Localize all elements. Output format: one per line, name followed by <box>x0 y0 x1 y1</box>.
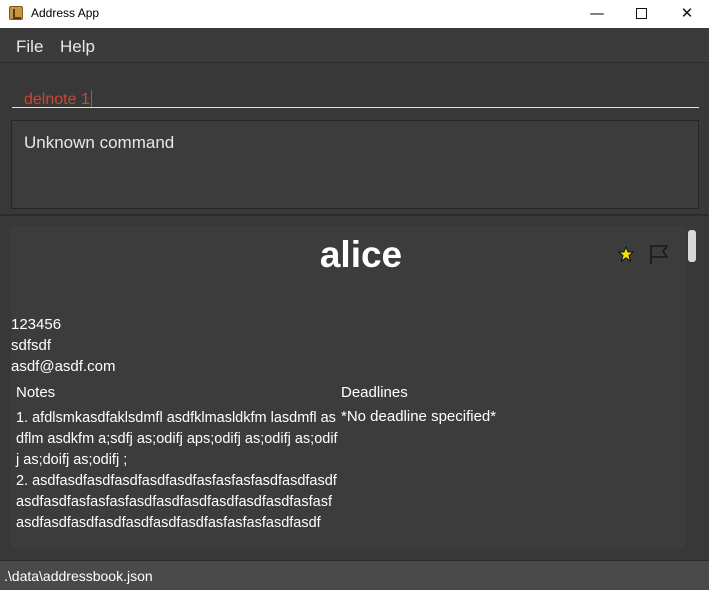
status-bar: .\data\addressbook.json <box>0 560 709 590</box>
person-email: asdf@asdf.com <box>11 358 116 375</box>
scrollbar-thumb[interactable] <box>688 230 696 262</box>
person-address: sdfsdf <box>11 337 52 354</box>
command-text: delnote 1 <box>24 90 92 108</box>
deadline-text: *No deadline specified* <box>341 408 497 425</box>
notes-header: Notes <box>16 384 56 401</box>
app-icon <box>9 6 23 20</box>
file-path: .\data\addressbook.json <box>4 568 153 584</box>
menu-file[interactable]: File <box>16 37 43 57</box>
minimize-icon: — <box>589 4 605 22</box>
result-message: Unknown command <box>24 133 175 152</box>
command-input[interactable]: delnote 1 <box>12 74 699 108</box>
star-icon[interactable] <box>618 246 634 262</box>
note-item: 2. asdfasdfasdfasdfasdfasdfasfasfasfasdf… <box>16 473 337 531</box>
maximize-button[interactable] <box>618 0 664 28</box>
menu-bar: File Help <box>0 28 709 63</box>
divider <box>0 214 709 216</box>
window-title: Address App <box>31 6 100 20</box>
maximize-icon <box>635 8 647 19</box>
result-display[interactable]: Unknown command <box>11 120 699 209</box>
menu-help[interactable]: Help <box>60 37 95 57</box>
person-phone: 123456 <box>11 316 62 333</box>
deadlines-header: Deadlines <box>341 384 408 401</box>
person-detail-panel: alice 123456 sdfsdf asdf@asdf.com Notes … <box>11 226 685 549</box>
scrollbar-track[interactable] <box>686 226 698 549</box>
notes-list: 1. afdlsmkasdfaklsdmfl asdfklmasldkfm la… <box>16 408 338 534</box>
note-item: 1. afdlsmkasdfaklsdmfl asdfklmasldkfm la… <box>16 410 338 468</box>
close-button[interactable]: ✕ <box>664 0 709 28</box>
minimize-button[interactable]: — <box>574 0 620 28</box>
person-name: alice <box>319 234 403 275</box>
command-box: delnote 1 <box>0 64 709 114</box>
title-bar: Address App — ✕ <box>0 0 709 28</box>
flag-icon[interactable] <box>647 242 671 266</box>
close-icon: ✕ <box>680 4 694 22</box>
